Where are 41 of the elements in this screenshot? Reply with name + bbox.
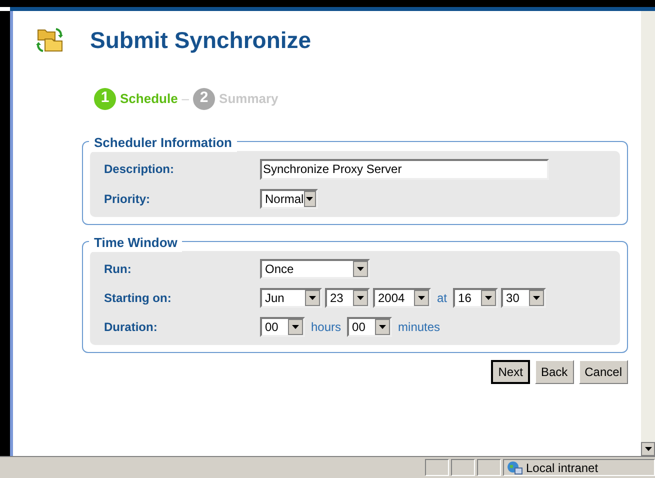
page-title: Submit Synchronize — [90, 26, 312, 55]
dropdown[interactable]: 00 — [347, 316, 392, 336]
dropdown-arrow-icon — [418, 296, 425, 300]
dropdown-arrow-icon — [357, 296, 364, 300]
dropdown[interactable]: 30 — [501, 288, 546, 308]
scrollbar[interactable] — [641, 11, 655, 456]
dropdown[interactable]: Once — [260, 258, 370, 278]
dropdown-arrow-icon — [485, 296, 492, 300]
dropdown[interactable]: 23 — [325, 288, 370, 308]
down-arrow-icon — [644, 447, 652, 451]
dropdown[interactable]: 00 — [260, 316, 305, 336]
dropdown-arrow-icon — [306, 196, 314, 200]
field-label: Starting on: — [104, 290, 172, 306]
description-field[interactable]: Synchronize Proxy Server — [260, 158, 549, 180]
dropdown[interactable]: 2004 — [373, 288, 431, 308]
unit-label: hours — [310, 318, 342, 336]
scroll-down-button[interactable] — [641, 442, 655, 456]
dropdown-arrow-icon — [357, 266, 364, 270]
dropdown[interactable]: Normal — [260, 188, 318, 208]
dropdown-arrow-icon — [379, 324, 386, 328]
unit-label: at — [436, 290, 448, 306]
dialog-button[interactable]: Next — [491, 360, 530, 384]
step-label: Schedule — [120, 90, 178, 108]
dropdown-arrow-icon — [533, 296, 540, 300]
field-label: Duration: — [104, 318, 158, 336]
unit-label: minutes — [397, 318, 442, 336]
step-separator: – — [182, 90, 190, 108]
field-label: Run: — [104, 260, 132, 278]
dialog-button[interactable]: Back — [534, 360, 574, 384]
globe-network-icon — [507, 460, 523, 474]
zone-label: Local intranet — [526, 460, 598, 476]
step-number: 2 — [193, 88, 216, 110]
dropdown[interactable]: 16 — [453, 288, 498, 308]
dialog-button[interactable]: Cancel — [578, 360, 628, 384]
step-number: 1 — [94, 88, 116, 110]
folders-sync-icon — [36, 26, 64, 54]
dropdown[interactable]: Jun — [260, 288, 322, 308]
dropdown-arrow-icon — [292, 324, 299, 328]
dropdown-arrow-icon — [309, 296, 316, 300]
field-label: Priority: — [104, 190, 152, 208]
field-label: Description: — [104, 161, 176, 178]
